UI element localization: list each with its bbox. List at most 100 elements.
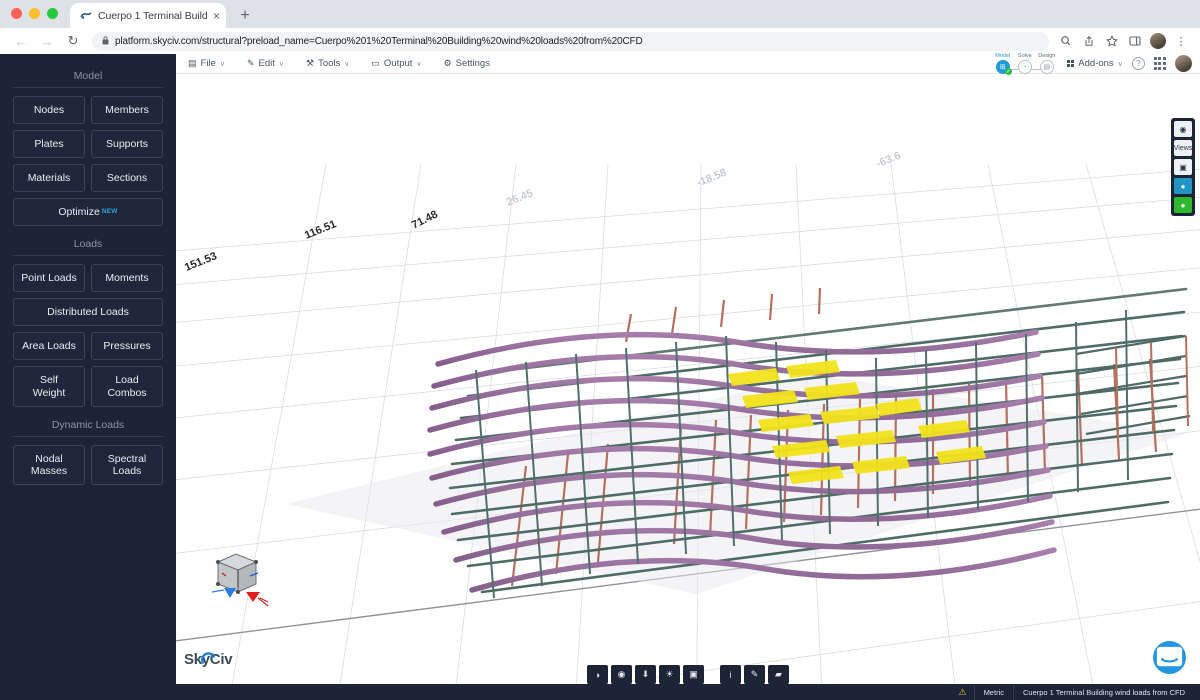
sidebar-item-spectral-loads[interactable]: Spectral Loads (91, 445, 163, 485)
info-icon[interactable]: i (720, 665, 741, 684)
sidebar-group-loads: Point Loads Moments Distributed Loads Ar… (13, 264, 163, 406)
sidebar-item-sections[interactable]: Sections (91, 164, 163, 192)
reload-button[interactable]: ↻ (60, 30, 86, 52)
sidebar-item-supports[interactable]: Supports (91, 130, 163, 158)
browser-toolbar-actions: ⋮ (1055, 30, 1192, 52)
url-text: platform.skyciv.com/structural?preload_n… (115, 36, 643, 47)
zoom-search-icon[interactable] (1055, 30, 1077, 52)
menu-edit[interactable]: ✎ Edit ∨ (247, 58, 298, 69)
stepper-design[interactable]: Design ▤ (1036, 53, 1058, 74)
window-traffic-lights (0, 8, 58, 28)
stepper-solve-label: Solve (1018, 53, 1032, 59)
sidebar-item-area-loads[interactable]: Area Loads (13, 332, 85, 360)
skyciv-logo: SkyCiv (184, 651, 232, 668)
globe-blue-icon[interactable]: ● (1174, 178, 1192, 194)
address-bar[interactable]: platform.skyciv.com/structural?preload_n… (92, 32, 1049, 51)
app-toolbar: ▤ File ∨ ✎ Edit ∨ ⚒ Tools ∨ ▭ Output ∨ ⚙ (176, 54, 1200, 74)
menu-tools[interactable]: ⚒ Tools ∨ (306, 58, 363, 69)
views-button[interactable]: Views (1174, 140, 1192, 156)
toolbar-right-group: Model ⊞ ✓ Solve ◔ Design ▤ Add-ons (992, 53, 1200, 74)
sidebar-item-optimize[interactable]: Optimize NEW (13, 198, 163, 226)
chevron-down-icon: ∨ (279, 60, 284, 68)
stepper-solve[interactable]: Solve ◔ (1014, 53, 1036, 74)
bookmark-star-icon[interactable] (1101, 30, 1123, 52)
stepper-model[interactable]: Model ⊞ ✓ (992, 53, 1014, 74)
sidebar-section-dynamic-title: Dynamic Loads (13, 413, 163, 437)
eraser-icon[interactable]: ▰ (768, 665, 789, 684)
new-badge: NEW (102, 208, 118, 215)
browser-tab-strip: Cuerpo 1 Terminal Building win × + (0, 0, 1200, 28)
globe-green-icon[interactable]: ● (1174, 197, 1192, 213)
sidebar-section-loads-title: Loads (13, 232, 163, 256)
skyciv-mark (184, 651, 232, 668)
forward-button[interactable]: → (34, 30, 60, 52)
user-avatar[interactable] (1175, 55, 1192, 72)
side-panel-icon[interactable] (1124, 30, 1146, 52)
camera-icon[interactable]: ▣ (1174, 159, 1192, 175)
model-step-icon: ⊞ ✓ (996, 60, 1010, 74)
lock-icon (102, 36, 109, 47)
sidebar-group-dynamic: Nodal Masses Spectral Loads (13, 445, 163, 485)
sidebar-item-distributed-loads[interactable]: Distributed Loads (13, 298, 163, 326)
close-tab-button[interactable]: × (213, 10, 220, 22)
model-canvas (176, 74, 1200, 692)
sidebar: Model Nodes Members Plates Supports Mate… (0, 54, 176, 700)
render-3d-icon[interactable]: ◑ (587, 665, 608, 684)
apps-grid-icon[interactable] (1154, 57, 1166, 69)
y-axis-arrow (224, 588, 236, 598)
pencil-icon: ✎ (247, 58, 255, 69)
chrome-profile-avatar[interactable] (1150, 33, 1166, 49)
viewport-tool-bar: ◑ ◉ ⬇ ☀ ▣ i ✎ ▰ (587, 665, 789, 684)
model-viewport-3d[interactable]: 151.53 116.51 71.48 26.45 -18.58 -63.6 (176, 74, 1200, 692)
camera-icon[interactable]: ▣ (683, 665, 704, 684)
chevron-down-icon: ∨ (416, 60, 421, 68)
sidebar-item-point-loads[interactable]: Point Loads (13, 264, 85, 292)
browser-menu-icon[interactable]: ⋮ (1170, 30, 1192, 52)
sidebar-item-materials[interactable]: Materials (13, 164, 85, 192)
sidebar-item-load-combos[interactable]: Load Combos (91, 366, 163, 406)
loads-arrow-icon[interactable]: ⬇ (635, 665, 656, 684)
monitor-icon: ▭ (371, 58, 380, 69)
back-button[interactable]: ← (8, 30, 34, 52)
units-indicator[interactable]: Metric (974, 684, 1013, 700)
chat-launcher[interactable] (1153, 641, 1186, 674)
addons-menu[interactable]: Add-ons ∨ (1067, 58, 1123, 69)
eye-icon[interactable]: ◉ (1174, 121, 1192, 137)
chat-bubble-icon (1153, 641, 1186, 674)
grid-icon (1067, 60, 1075, 68)
x-axis-arrow (246, 592, 260, 602)
view-orientation-cube[interactable] (202, 540, 274, 612)
menu-settings[interactable]: ⚙ Settings (444, 58, 504, 69)
maximize-window-button[interactable] (47, 8, 58, 19)
sidebar-item-plates[interactable]: Plates (13, 130, 85, 158)
menu-settings-label: Settings (456, 58, 490, 69)
menu-file[interactable]: ▤ File ∨ (188, 58, 239, 69)
close-window-button[interactable] (11, 8, 22, 19)
sidebar-item-nodes[interactable]: Nodes (13, 96, 85, 124)
file-icon: ▤ (188, 58, 197, 69)
browser-tab[interactable]: Cuerpo 1 Terminal Building win × (70, 3, 226, 28)
visibility-icon[interactable]: ◉ (611, 665, 632, 684)
sidebar-item-nodal-masses[interactable]: Nodal Masses (13, 445, 85, 485)
sidebar-section-model-title: Model (13, 64, 163, 88)
warning-icon[interactable]: ⚠ (951, 684, 973, 700)
stepper-model-label: Model (995, 53, 1010, 59)
new-tab-button[interactable]: + (236, 8, 254, 24)
sidebar-item-members[interactable]: Members (91, 96, 163, 124)
chevron-down-icon: ∨ (344, 60, 349, 68)
pen-icon[interactable]: ✎ (744, 665, 765, 684)
chevron-down-icon: ∨ (220, 60, 225, 68)
sidebar-item-pressures[interactable]: Pressures (91, 332, 163, 360)
sidebar-item-moments[interactable]: Moments (91, 264, 163, 292)
project-name: Cuerpo 1 Terminal Building wind loads fr… (1013, 684, 1194, 700)
menu-output[interactable]: ▭ Output ∨ (371, 58, 435, 69)
solve-step-icon: ◔ (1018, 60, 1032, 74)
app-window: Cuerpo 1 Terminal Building win × + ← → ↻… (0, 0, 1200, 700)
sidebar-item-self-weight[interactable]: Self Weight (13, 366, 85, 406)
help-icon[interactable]: ? (1132, 57, 1145, 70)
check-icon: ✓ (1005, 68, 1012, 75)
share-icon[interactable] (1078, 30, 1100, 52)
lightbulb-icon[interactable]: ☀ (659, 665, 680, 684)
minimize-window-button[interactable] (29, 8, 40, 19)
status-bar: ⚠ Metric Cuerpo 1 Terminal Building wind… (0, 684, 1200, 700)
